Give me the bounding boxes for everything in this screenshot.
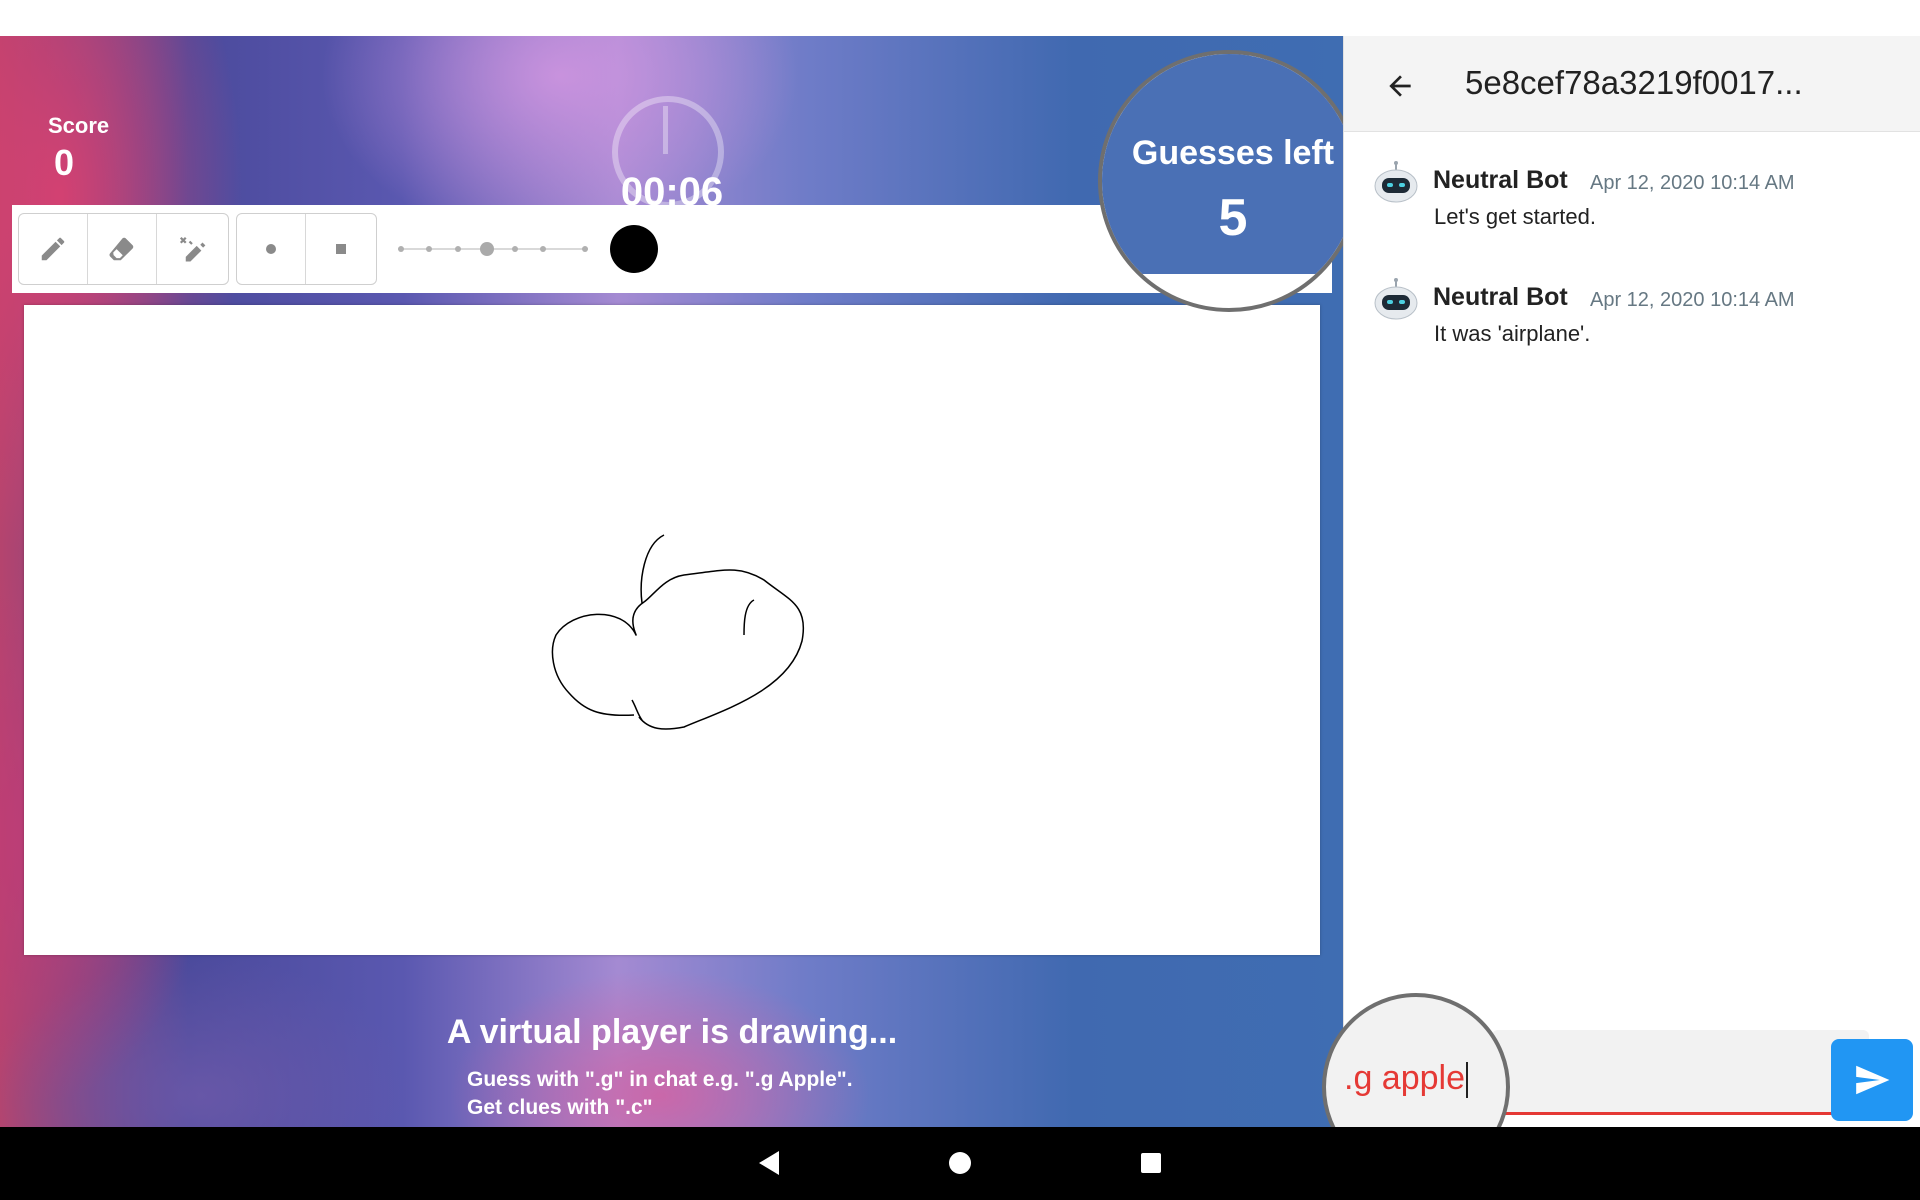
size-dot[interactable] — [512, 246, 518, 252]
round-brush-icon — [266, 244, 276, 254]
timer-hand — [663, 106, 668, 154]
message-time: Apr 12, 2020 10:14 AM — [1590, 172, 1795, 194]
arrow-left-icon — [1389, 75, 1411, 97]
chat-title: 5e8cef78a3219f0017... — [1465, 64, 1803, 101]
hint-guess: Guess with ".g" in chat e.g. ".g Apple". — [467, 1068, 853, 1091]
drawing-status-title: A virtual player is drawing... — [446, 1013, 898, 1051]
send-button[interactable] — [1831, 1039, 1913, 1121]
back-triangle-icon — [759, 1151, 779, 1175]
score-value: 0 — [53, 142, 75, 183]
size-dot[interactable] — [426, 246, 432, 252]
size-dot[interactable] — [455, 246, 461, 252]
pencil-icon — [41, 237, 65, 261]
eraser-icon — [109, 237, 134, 261]
back-button[interactable] — [1380, 66, 1420, 106]
recents-square-icon — [1141, 1153, 1161, 1173]
nav-recents-button[interactable] — [1131, 1143, 1171, 1183]
message-author: Neutral Bot — [1433, 166, 1568, 194]
guesses-left-label: Guesses left — [1131, 134, 1335, 172]
apple-sketch — [551, 534, 805, 730]
eraser-tool-button[interactable] — [88, 214, 157, 284]
chat-header: 5e8cef78a3219f0017... — [1344, 36, 1920, 132]
score-label: Score — [48, 113, 110, 138]
chat-input-field[interactable] — [1492, 1030, 1869, 1115]
message-text: Let's get started. — [1434, 204, 1596, 229]
size-dot[interactable] — [582, 246, 588, 252]
robot-avatar-icon — [1374, 278, 1418, 320]
navigation-bar — [0, 1127, 1920, 1200]
chat-message: Neutral Bot Apr 12, 2020 10:14 AM Let's … — [1344, 160, 1920, 260]
color-swatch[interactable] — [610, 225, 658, 273]
robot-avatar-icon — [1374, 161, 1418, 203]
square-brush-icon — [335, 244, 346, 254]
brush-shape-group — [236, 213, 377, 285]
message-author: Neutral Bot — [1433, 283, 1568, 311]
size-dot[interactable] — [540, 246, 546, 252]
guesses-left-value: 5 — [1218, 189, 1248, 247]
size-dot-selected[interactable] — [480, 242, 494, 256]
message-text: It was 'airplane'. — [1434, 321, 1591, 346]
hint-clue: Get clues with ".c" — [467, 1096, 653, 1119]
magic-tool-button[interactable] — [157, 214, 226, 284]
home-circle-icon — [949, 1152, 971, 1174]
magic-wand-icon — [179, 236, 205, 262]
nav-back-button[interactable] — [748, 1143, 788, 1183]
send-icon — [1856, 1065, 1890, 1095]
drawing-canvas[interactable] — [24, 305, 1320, 955]
round-brush-button[interactable] — [237, 214, 306, 284]
chat-message: Neutral Bot Apr 12, 2020 10:14 AM It was… — [1344, 277, 1920, 377]
size-dot[interactable] — [398, 246, 404, 252]
text-caret — [1466, 1062, 1468, 1099]
pencil-tool-button[interactable] — [19, 214, 88, 284]
message-time: Apr 12, 2020 10:14 AM — [1590, 289, 1795, 311]
brush-size-slider[interactable] — [398, 242, 588, 256]
square-brush-button[interactable] — [306, 214, 375, 284]
chat-input-value: .g apple — [1344, 1059, 1468, 1099]
game-panel: Score 0 00:06 A virtual player is drawin… — [0, 36, 1343, 1127]
nav-home-button[interactable] — [940, 1143, 980, 1183]
chat-panel: 5e8cef78a3219f0017... Neutral Bot Apr 12… — [1343, 36, 1920, 1127]
status-bar — [0, 0, 1920, 36]
guesses-left-magnifier: Guesses left 5 — [1098, 50, 1343, 312]
tool-group — [18, 213, 229, 285]
